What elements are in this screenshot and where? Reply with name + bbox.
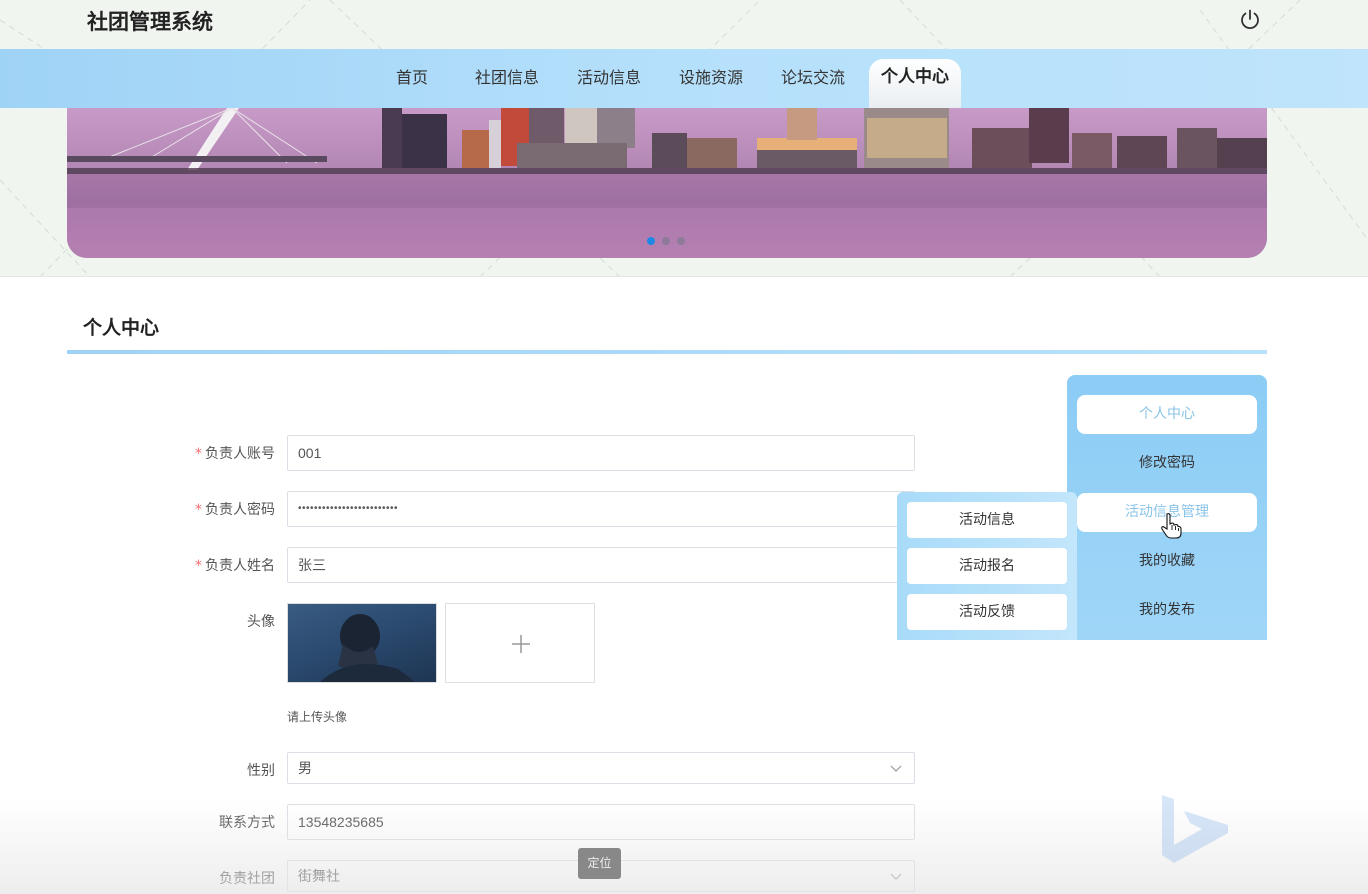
carousel-dot-2[interactable] (662, 237, 670, 245)
nav-item-club-info[interactable]: 社团信息 (467, 49, 547, 108)
account-input[interactable]: 001 (287, 435, 915, 471)
activity-submenu: 活动信息 活动报名 活动反馈 (897, 492, 1077, 640)
avatar-upload-hint: 请上传头像 (287, 710, 348, 724)
avatar-label: 头像 (247, 614, 275, 630)
avatar-upload-button[interactable] (445, 603, 595, 683)
submenu-item-activity-info[interactable]: 活动信息 (907, 502, 1067, 538)
nav-item-facilities[interactable]: 设施资源 (671, 49, 751, 108)
avatar-portrait (320, 614, 416, 682)
side-item-favorites[interactable]: 我的收藏 (1077, 542, 1257, 581)
club-label: 负责社团 (219, 871, 275, 887)
side-item-my-posts[interactable]: 我的发布 (1077, 591, 1257, 630)
side-item-change-password[interactable]: 修改密码 (1077, 444, 1257, 483)
section-divider (67, 350, 1267, 354)
plus-icon (512, 635, 530, 653)
account-label: * 负责人账号 (195, 446, 275, 462)
submenu-item-activity-signup[interactable]: 活动报名 (907, 548, 1067, 584)
nav-item-home[interactable]: 首页 (382, 49, 442, 108)
name-label: * 负责人姓名 (195, 558, 275, 574)
bing-logo-icon (1162, 795, 1228, 863)
password-label: * 负责人密码 (195, 502, 275, 518)
gender-value: 男 (298, 760, 312, 776)
gender-select[interactable]: 男 (287, 752, 915, 784)
name-input[interactable]: 张三 (287, 547, 915, 583)
side-menu: 个人中心 修改密码 活动信息管理 我的收藏 我的发布 (1067, 375, 1267, 640)
nav-item-personal-center[interactable]: 个人中心 (869, 59, 961, 108)
banner-carousel[interactable] (67, 108, 1267, 258)
phone-input[interactable]: 13548235685 (287, 804, 915, 840)
section-title: 个人中心 (83, 317, 160, 339)
gender-label: 性别 (247, 763, 275, 779)
chevron-down-icon (890, 765, 902, 772)
nav-item-activity-info[interactable]: 活动信息 (569, 49, 649, 108)
carousel-dots (647, 237, 685, 245)
locate-button[interactable]: 定位 (578, 848, 621, 879)
club-value: 街舞社 (298, 868, 340, 884)
main-nav: 首页 社团信息 活动信息 设施资源 论坛交流 个人中心 (0, 49, 1368, 108)
password-input[interactable]: ••••••••••••••••••••••••• (287, 491, 915, 527)
submenu-item-activity-feedback[interactable]: 活动反馈 (907, 594, 1067, 630)
phone-label: 联系方式 (219, 815, 275, 831)
banner-skyline-image (67, 108, 1267, 258)
power-icon[interactable] (1238, 8, 1262, 32)
nav-item-forum[interactable]: 论坛交流 (773, 49, 853, 108)
avatar-image[interactable] (287, 603, 437, 683)
carousel-dot-1[interactable] (647, 237, 655, 245)
side-item-personal-center[interactable]: 个人中心 (1077, 395, 1257, 434)
hand-cursor-icon (1161, 513, 1182, 539)
site-title: 社团管理系统 (87, 10, 213, 34)
chevron-down-icon (890, 873, 902, 880)
carousel-dot-3[interactable] (677, 237, 685, 245)
